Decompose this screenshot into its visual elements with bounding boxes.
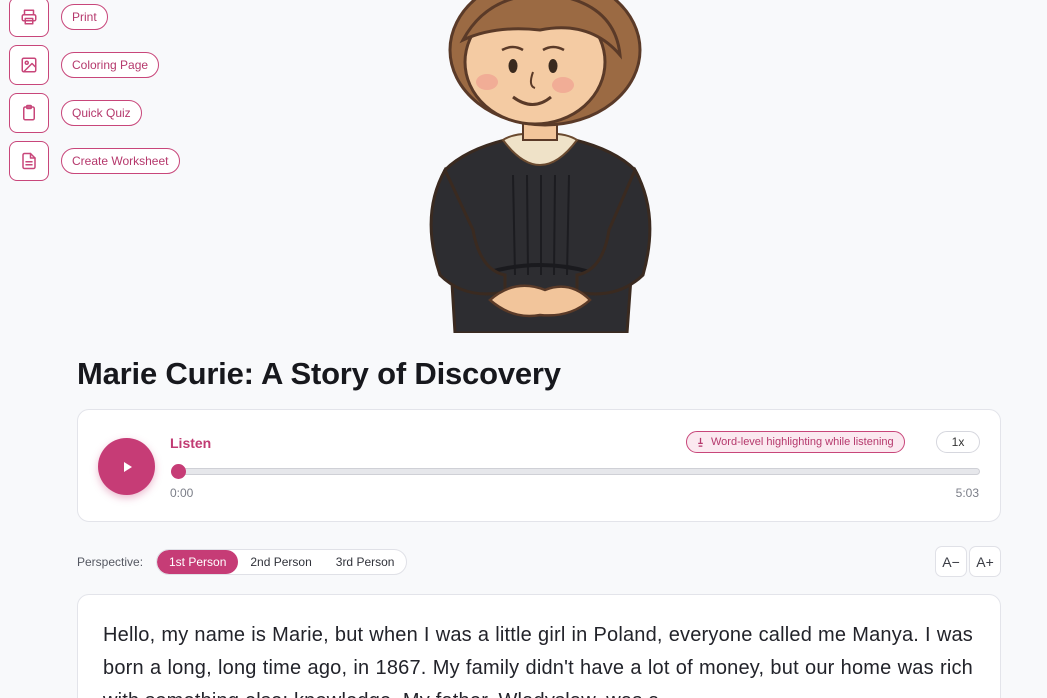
perspective-selector: 1st Person 2nd Person 3rd Person xyxy=(156,549,408,575)
quick-quiz-action[interactable]: Quick Quiz xyxy=(9,93,142,133)
clipboard-icon[interactable] xyxy=(9,93,49,133)
progress-thumb[interactable] xyxy=(171,464,186,479)
perspective-option-2nd-person[interactable]: 2nd Person xyxy=(238,550,323,574)
story-card: Hello, my name is Marie, but when I was … xyxy=(77,594,1001,698)
print-button[interactable]: Print xyxy=(61,4,108,30)
playback-speed-button[interactable]: 1x xyxy=(936,431,980,453)
word-highlighting-toggle[interactable]: Word-level highlighting while listening xyxy=(686,431,905,453)
duration: 5:03 xyxy=(955,486,979,500)
create-worksheet-button[interactable]: Create Worksheet xyxy=(61,148,180,174)
coloring-page-button[interactable]: Coloring Page xyxy=(61,52,160,78)
story-page: Print Coloring Page Quick Quiz Create Wo… xyxy=(0,0,1047,698)
audio-player: Listen Word-level highlighting while lis… xyxy=(77,409,1001,522)
print-action[interactable]: Print xyxy=(9,0,108,37)
word-highlighting-label: Word-level highlighting while listening xyxy=(711,436,894,448)
marie-curie-illustration xyxy=(429,0,652,333)
document-icon[interactable] xyxy=(9,141,49,181)
perspective-option-1st-person[interactable]: 1st Person xyxy=(157,550,239,574)
play-icon xyxy=(123,461,132,472)
create-worksheet-action[interactable]: Create Worksheet xyxy=(9,141,180,181)
quick-quiz-button[interactable]: Quick Quiz xyxy=(61,100,142,126)
listen-label: Listen xyxy=(170,435,212,451)
perspective-label: Perspective: xyxy=(77,555,144,569)
progress-track[interactable] xyxy=(171,468,980,475)
decrease-font-button[interactable]: A− xyxy=(935,546,967,577)
highlighter-icon xyxy=(698,437,703,447)
play-button[interactable] xyxy=(98,438,155,495)
image-icon[interactable] xyxy=(9,45,49,85)
printer-icon[interactable] xyxy=(9,0,49,37)
story-text: Hello, my name is Marie, but when I was … xyxy=(103,624,973,698)
coloring-page-action[interactable]: Coloring Page xyxy=(9,45,160,85)
page-title: Marie Curie: A Story of Discovery xyxy=(77,356,561,391)
increase-font-button[interactable]: A+ xyxy=(969,546,1001,577)
perspective-option-3rd-person[interactable]: 3rd Person xyxy=(324,550,407,574)
current-time: 0:00 xyxy=(170,486,194,500)
